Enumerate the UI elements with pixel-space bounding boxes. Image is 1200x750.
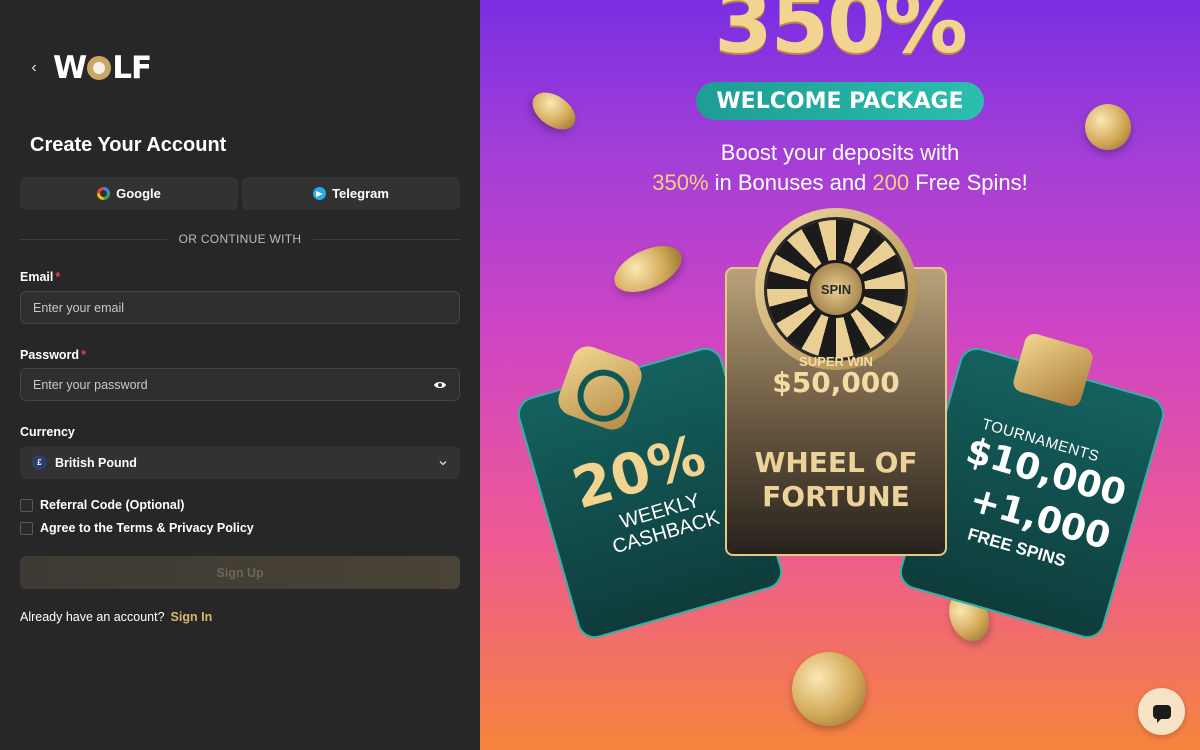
google-login-button[interactable]: Google [20, 177, 238, 210]
wheel-title: WHEEL OF FORTUNE [725, 446, 947, 514]
google-icon [97, 187, 111, 200]
promo-line-1: Boost your deposits with [720, 140, 960, 165]
promo-end: Free Spins! [909, 170, 1028, 195]
password-label: Password * [20, 348, 86, 362]
divider-line-left [20, 238, 167, 240]
wheel-title-line-1: WHEEL OF [754, 446, 918, 479]
telegram-icon [313, 187, 327, 200]
email-field[interactable] [33, 300, 447, 315]
chevron-down-icon [439, 460, 447, 465]
page-title: Create Your Account [30, 134, 227, 156]
back-button[interactable]: ‹ [24, 58, 44, 78]
promo-pct: 350% [652, 170, 709, 195]
wolf-logo[interactable]: W LF [53, 50, 152, 86]
referral-checkbox[interactable] [20, 498, 33, 512]
signup-button[interactable]: Sign Up [20, 556, 460, 589]
password-field[interactable] [33, 377, 433, 392]
referral-checkbox-row[interactable]: Referral Code (Optional) [20, 498, 184, 512]
chat-icon [1152, 704, 1171, 723]
divider-text: OR CONTINUE WITH [178, 232, 302, 246]
required-mark: * [81, 348, 86, 362]
referral-label: Referral Code (Optional) [40, 498, 185, 512]
super-win-amount: $50,000 [772, 366, 900, 399]
signin-prompt: Already have an account? Sign In [20, 610, 212, 624]
spin-hub: SPIN [807, 260, 865, 318]
password-label-text: Password [20, 348, 80, 362]
telegram-label: Telegram [332, 186, 389, 201]
terms-checkbox[interactable] [20, 521, 33, 535]
logo-text-w: W [53, 50, 87, 86]
telegram-login-button[interactable]: Telegram [242, 177, 460, 210]
promo-mid: in Bonuses and [708, 170, 873, 195]
logo-text-lf: LF [112, 50, 152, 86]
chat-button[interactable] [1138, 688, 1185, 735]
welcome-package-badge: WELCOME PACKAGE [696, 82, 984, 120]
pound-icon: £ [32, 455, 47, 470]
gold-coin [792, 652, 866, 726]
email-label: Email * [20, 270, 60, 284]
terms-checkbox-row[interactable]: Agree to the Terms & Privacy Policy [20, 521, 254, 535]
gold-coin [525, 84, 583, 138]
signup-panel: ‹ W LF Create Your Account Google Telegra… [0, 0, 480, 750]
already-text: Already have an account? [20, 610, 165, 624]
google-label: Google [116, 186, 161, 201]
promo-banner: 350% WELCOME PACKAGE Boost your deposits… [480, 0, 1200, 750]
currency-value: British Pound [55, 455, 137, 470]
signin-link[interactable]: Sign In [171, 610, 213, 624]
email-label-text: Email [20, 270, 54, 284]
promo-spins-num: 200 [872, 170, 910, 195]
currency-select[interactable]: £ British Pound [20, 446, 460, 479]
password-field-wrapper [20, 368, 460, 401]
required-mark: * [55, 270, 61, 284]
terms-label: Agree to the Terms & Privacy Policy [40, 521, 254, 535]
promo-line-2: 350% in Bonuses and 200 Free Spins! [480, 170, 1200, 196]
bonus-headline: 350% [714, 0, 968, 72]
or-divider: OR CONTINUE WITH [20, 231, 461, 247]
wheel-title-line-2: FORTUNE [762, 480, 910, 513]
divider-line-right [313, 238, 461, 240]
wolf-head-icon [87, 56, 112, 80]
gold-coin [607, 236, 689, 302]
chevron-left-icon: ‹ [31, 59, 37, 76]
currency-label: Currency [20, 425, 75, 439]
email-field-wrapper [20, 291, 460, 324]
eye-icon[interactable] [433, 378, 447, 392]
